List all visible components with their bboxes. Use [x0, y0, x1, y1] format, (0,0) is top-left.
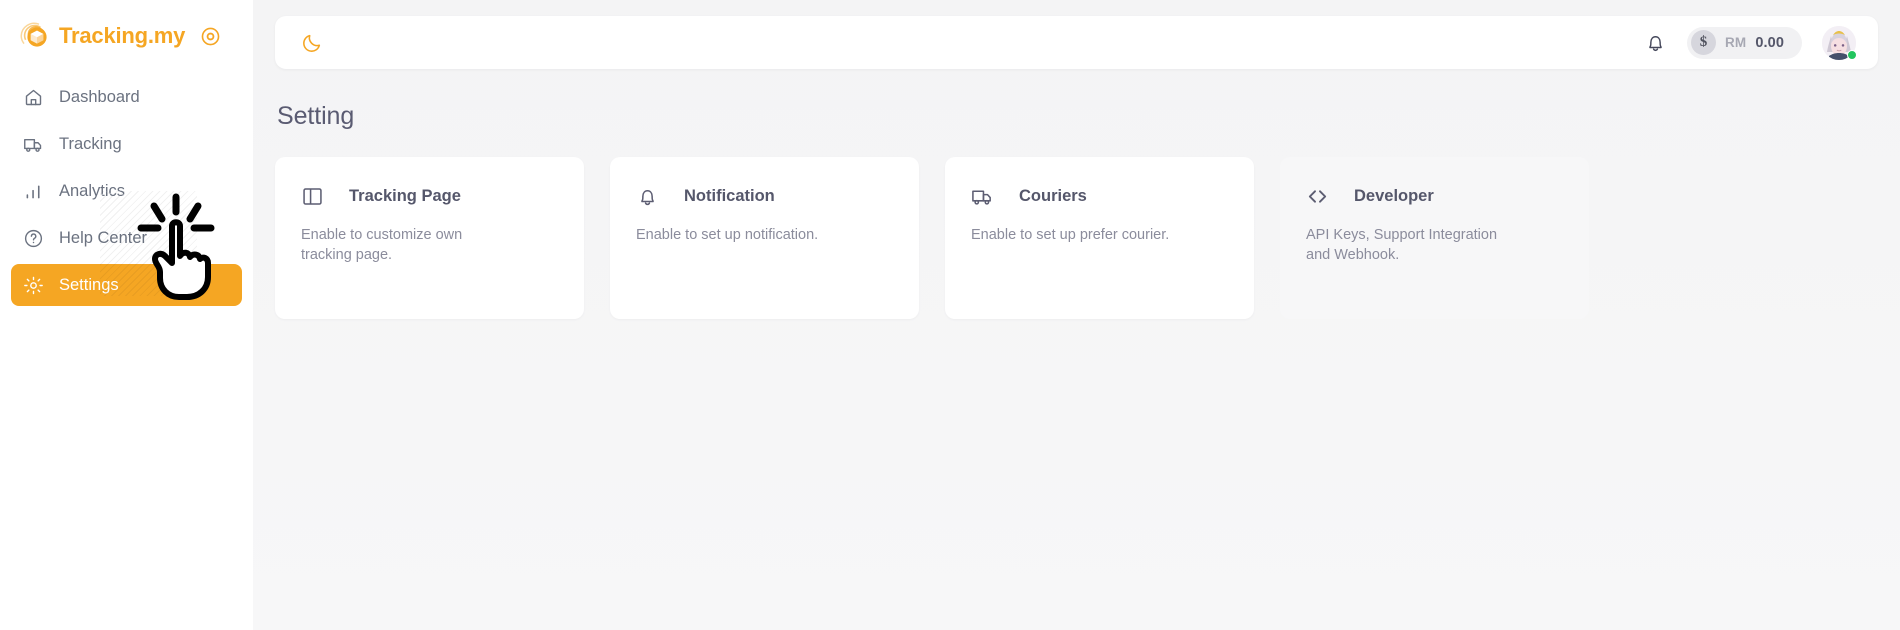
settings-card-tracking-page[interactable]: Tracking Page Enable to customize own tr… — [275, 157, 584, 319]
settings-card-grid: Tracking Page Enable to customize own tr… — [275, 157, 1878, 319]
card-header: Tracking Page — [301, 185, 558, 208]
settings-card-developer[interactable]: Developer API Keys, Support Integration … — [1280, 157, 1589, 319]
card-title: Notification — [684, 187, 775, 205]
sidebar-item-label: Help Center — [59, 228, 148, 247]
sidebar-item-settings[interactable]: Settings — [11, 264, 242, 306]
card-header: Developer — [1306, 185, 1563, 208]
card-title: Developer — [1354, 187, 1434, 205]
gear-icon — [23, 275, 44, 296]
sidebar-item-help-center[interactable]: Help Center — [11, 217, 242, 259]
sidebar-item-label: Tracking — [59, 134, 122, 153]
bar-chart-icon — [23, 181, 44, 202]
sidebar-item-label: Dashboard — [59, 87, 140, 106]
card-description: Enable to set up notification. — [636, 227, 819, 243]
layout-panel-icon — [301, 185, 324, 208]
page-title: Setting — [277, 102, 355, 130]
topbar-actions: $ RM 0.00 — [1644, 25, 1857, 60]
brand[interactable]: Tracking.my — [0, 0, 253, 72]
bell-icon[interactable] — [1644, 31, 1667, 54]
card-description: API Keys, Support Integration and Webhoo… — [1306, 227, 1498, 263]
bell-icon — [636, 185, 659, 208]
avatar[interactable] — [1822, 25, 1857, 60]
sidebar-item-dashboard[interactable]: Dashboard — [11, 76, 242, 118]
settings-card-couriers[interactable]: Couriers Enable to set up prefer courier… — [945, 157, 1254, 319]
sidebar-item-tracking[interactable]: Tracking — [11, 123, 242, 165]
card-title: Couriers — [1019, 187, 1087, 205]
code-brackets-icon — [1306, 185, 1329, 208]
sidebar-item-label: Analytics — [59, 181, 126, 200]
record-target-icon[interactable] — [200, 26, 221, 47]
card-title: Tracking Page — [349, 187, 461, 205]
help-circle-icon — [23, 228, 44, 249]
status-badge — [1847, 49, 1857, 60]
dollar-coin-icon: $ — [1690, 30, 1716, 55]
balance-currency: RM — [1724, 35, 1747, 50]
card-description: Enable to customize own tracking page. — [301, 227, 463, 263]
brand-name: Tracking.my — [59, 23, 186, 48]
moon-icon[interactable] — [301, 32, 323, 54]
app-window: Tracking.my Dashboard Tracking Analytics… — [0, 0, 1900, 630]
balance-amount: 0.00 — [1755, 34, 1784, 51]
sidebar-item-analytics[interactable]: Analytics — [11, 170, 242, 212]
tracking-parcel-logo-icon — [18, 20, 50, 52]
sidebar-item-label: Settings — [59, 275, 119, 294]
sidebar: Tracking.my Dashboard Tracking Analytics… — [0, 0, 253, 630]
card-header: Notification — [636, 185, 893, 208]
truck-icon — [23, 134, 44, 155]
settings-card-notification[interactable]: Notification Enable to set up notificati… — [610, 157, 919, 319]
card-header: Couriers — [971, 185, 1228, 208]
main-content: $ RM 0.00 Setting Tracking Page Enable t… — [253, 0, 1900, 630]
card-description: Enable to set up prefer courier. — [971, 227, 1170, 243]
balance-pill[interactable]: $ RM 0.00 — [1686, 26, 1802, 59]
topbar: $ RM 0.00 — [275, 16, 1878, 69]
home-icon — [23, 87, 44, 108]
truck-icon — [971, 185, 994, 208]
sidebar-nav: Dashboard Tracking Analytics Help Center… — [0, 76, 253, 306]
